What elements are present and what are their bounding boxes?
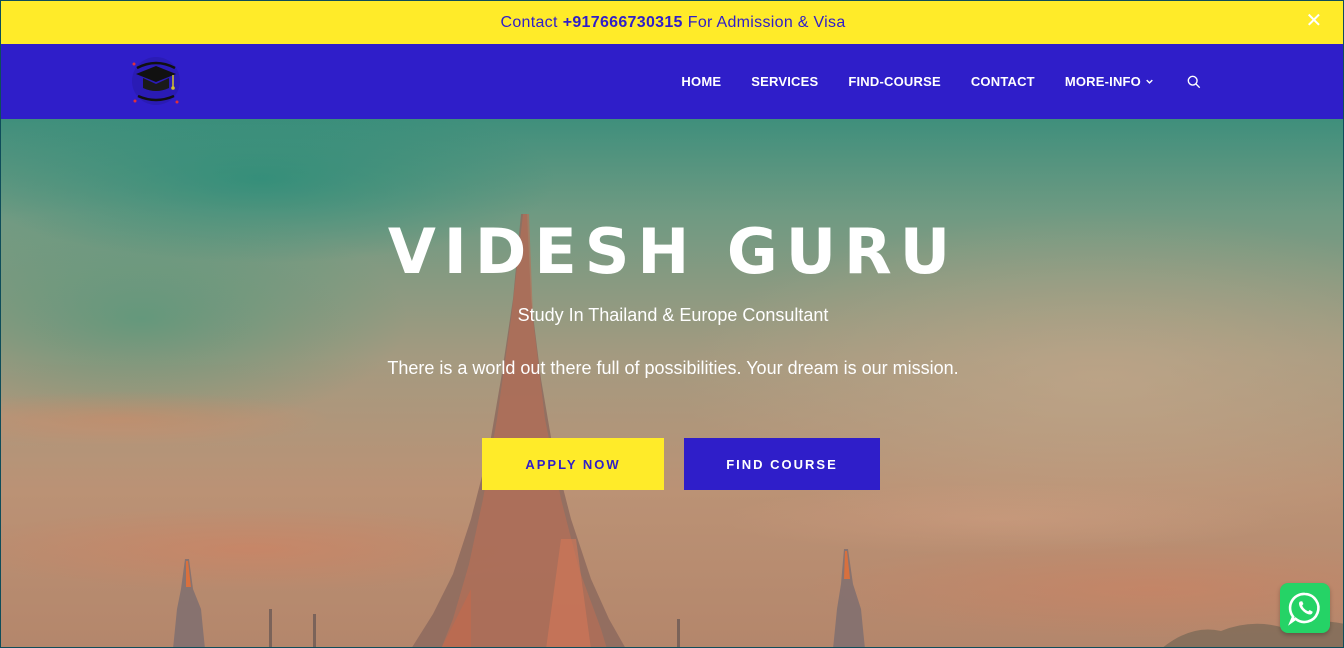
- topbar-suffix: For Admission & Visa: [687, 13, 846, 31]
- nav-item-services[interactable]: SERVICES: [751, 74, 818, 89]
- nav-item-label: MORE-INFO: [1064, 74, 1141, 89]
- page-frame: Contact +917666730315 For Admission & Vi…: [0, 0, 1344, 648]
- topbar-prefix: Contact: [500, 13, 558, 31]
- find-course-button[interactable]: FIND COURSE: [684, 438, 880, 490]
- apply-now-button[interactable]: APPLY NOW: [482, 438, 664, 490]
- chevron-down-icon: [1146, 79, 1153, 84]
- hero-tagline: There is a world out there full of possi…: [387, 358, 959, 378]
- main-nav: HOME SERVICES FIND-COURSE CONTACT MORE-I…: [1, 44, 1343, 119]
- hero-section: VIDESH GURU Study In Thailand & Europe C…: [1, 119, 1343, 647]
- temple-image: [173, 214, 1343, 647]
- nav-item-label: HOME: [681, 74, 722, 89]
- nav-item-find-course[interactable]: FIND-COURSE: [848, 74, 940, 89]
- nav-item-label: SERVICES: [751, 74, 819, 89]
- close-icon[interactable]: ✕: [1305, 11, 1323, 31]
- hero-title: VIDESH GURU: [387, 215, 959, 288]
- announcement-bar: Contact +917666730315 For Admission & Vi…: [1, 1, 1343, 44]
- graduation-cap-logo[interactable]: [129, 54, 183, 108]
- whatsapp-chat-button[interactable]: [1280, 583, 1330, 633]
- search-icon[interactable]: [1187, 75, 1201, 89]
- nav-item-label: CONTACT: [970, 74, 1035, 89]
- nav-item-label: FIND-COURSE: [848, 74, 941, 89]
- nav-item-home[interactable]: HOME: [681, 74, 721, 89]
- hero-subtitle: Study In Thailand & Europe Consultant: [517, 305, 829, 325]
- topbar-phone-link[interactable]: +917666730315: [563, 14, 683, 32]
- nav-menu: HOME SERVICES FIND-COURSE CONTACT MORE-I…: [651, 44, 1201, 119]
- nav-item-more-info[interactable]: MORE-INFO: [1065, 74, 1153, 89]
- whatsapp-icon: [1288, 592, 1320, 626]
- nav-item-contact[interactable]: CONTACT: [971, 74, 1035, 89]
